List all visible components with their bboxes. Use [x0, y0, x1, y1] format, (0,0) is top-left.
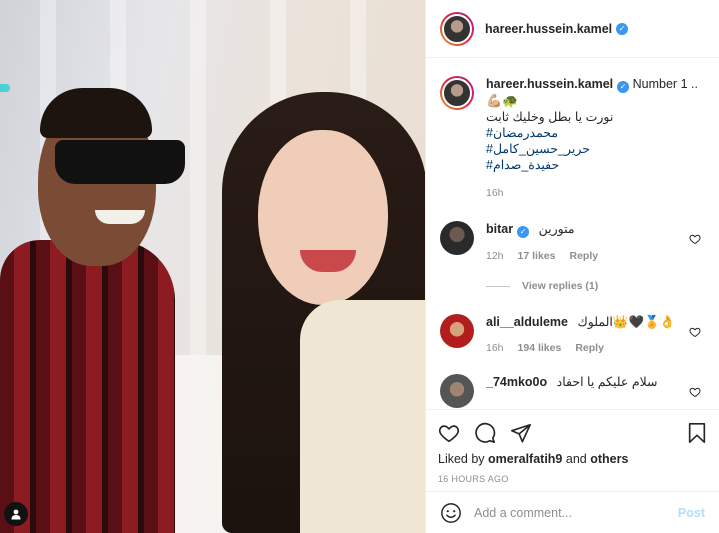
- caption-time[interactable]: 16h: [486, 187, 504, 199]
- comment-text: سلام عليكم يا احفاد: [556, 375, 658, 389]
- instagram-post: hareer.hussein.kamel ✓ hareer.hussein.ka…: [0, 0, 719, 533]
- commenter-avatar[interactable]: [440, 374, 474, 408]
- comment-item: bitar ✓ متورين 12h 17 likes Reply: [440, 221, 705, 262]
- comment-text: الملوك👑🖤🏅👌: [577, 315, 676, 329]
- comment-text: متورين: [538, 222, 575, 236]
- like-comment-heart-icon[interactable]: [689, 386, 701, 398]
- caption-username[interactable]: hareer.hussein.kamel: [486, 77, 613, 91]
- commenter-username[interactable]: bitar: [486, 222, 513, 236]
- view-replies-label: View replies (1): [522, 280, 599, 292]
- caption-avatar[interactable]: [440, 76, 474, 110]
- reply-button[interactable]: Reply: [569, 250, 598, 262]
- comment-item: _74mko0o سلام عليكم يا احفاد: [440, 374, 705, 408]
- edge-marker: [0, 84, 10, 92]
- person-icon: [11, 509, 21, 520]
- commenter-avatar[interactable]: [440, 314, 474, 348]
- post-side-panel: hareer.hussein.kamel ✓ hareer.hussein.ka…: [425, 0, 719, 533]
- author-username[interactable]: hareer.hussein.kamel: [485, 22, 612, 36]
- comment-time[interactable]: 16h: [486, 342, 504, 354]
- comment-time[interactable]: 12h: [486, 250, 504, 262]
- woman-face: [258, 130, 388, 305]
- liked-by-others[interactable]: others: [590, 452, 628, 466]
- post-comment-button[interactable]: Post: [678, 506, 705, 520]
- post-header: hareer.hussein.kamel ✓: [426, 0, 719, 58]
- post-timestamp[interactable]: 16 HOURS AGO: [438, 474, 707, 484]
- post-actions: Liked by omeralfatih9 and others 16 HOUR…: [426, 409, 719, 491]
- commenter-username[interactable]: _74mko0o: [486, 375, 547, 389]
- caption-emojis: 💪🏼🐢: [486, 93, 519, 108]
- hashtag-link[interactable]: #محمدرمضان: [486, 125, 705, 141]
- post-photo[interactable]: [0, 0, 425, 533]
- share-paper-plane-icon[interactable]: [510, 422, 532, 444]
- commenter-username[interactable]: ali__alduleme: [486, 315, 568, 329]
- hashtag-link[interactable]: #حرير_حسين_كامل: [486, 141, 705, 157]
- caption-text-first: Number 1 ..: [632, 77, 698, 91]
- view-replies-button[interactable]: View replies (1): [486, 280, 705, 292]
- woman-coat: [300, 300, 425, 533]
- reply-button[interactable]: Reply: [575, 342, 604, 354]
- add-comment-bar: Post: [426, 491, 719, 533]
- liked-by-user[interactable]: omeralfatih9: [488, 452, 562, 466]
- comments-list[interactable]: hareer.hussein.kamel ✓ Number 1 .. 💪🏼🐢 نو…: [426, 58, 719, 409]
- tagged-users-button[interactable]: [4, 502, 28, 526]
- comment-bubble-icon[interactable]: [474, 422, 496, 444]
- emoji-picker-icon[interactable]: [440, 502, 462, 524]
- liked-by-joiner: and: [565, 452, 587, 466]
- verified-badge-icon: ✓: [517, 226, 530, 238]
- save-bookmark-icon[interactable]: [687, 422, 707, 444]
- sunglasses: [55, 140, 185, 184]
- man-smile: [95, 210, 145, 224]
- comment-input[interactable]: [474, 505, 678, 520]
- divider-line: [486, 285, 510, 287]
- verified-badge-icon: ✓: [616, 22, 629, 35]
- author-avatar[interactable]: [440, 11, 474, 46]
- hashtag-link[interactable]: #حفيدة_صدام: [486, 157, 705, 173]
- liked-by-summary: Liked by omeralfatih9 and others: [438, 452, 707, 466]
- like-comment-heart-icon[interactable]: [689, 233, 701, 245]
- man-hair: [40, 88, 152, 138]
- caption: hareer.hussein.kamel ✓ Number 1 .. 💪🏼🐢 نو…: [440, 76, 705, 199]
- verified-badge-icon: ✓: [617, 81, 630, 93]
- commenter-avatar[interactable]: [440, 221, 474, 255]
- caption-arabic-line: نورت يا بطل وخليك ثابت: [486, 110, 614, 124]
- liked-by-prefix: Liked by: [438, 452, 485, 466]
- man-shirt: [0, 240, 175, 533]
- comment-likes[interactable]: 17 likes: [518, 250, 556, 262]
- like-heart-icon[interactable]: [438, 422, 460, 444]
- comment-likes[interactable]: 194 likes: [518, 342, 562, 354]
- comment-item: ali__alduleme الملوك👑🖤🏅👌 16h 194 likes R…: [440, 314, 705, 354]
- like-comment-heart-icon[interactable]: [689, 326, 701, 338]
